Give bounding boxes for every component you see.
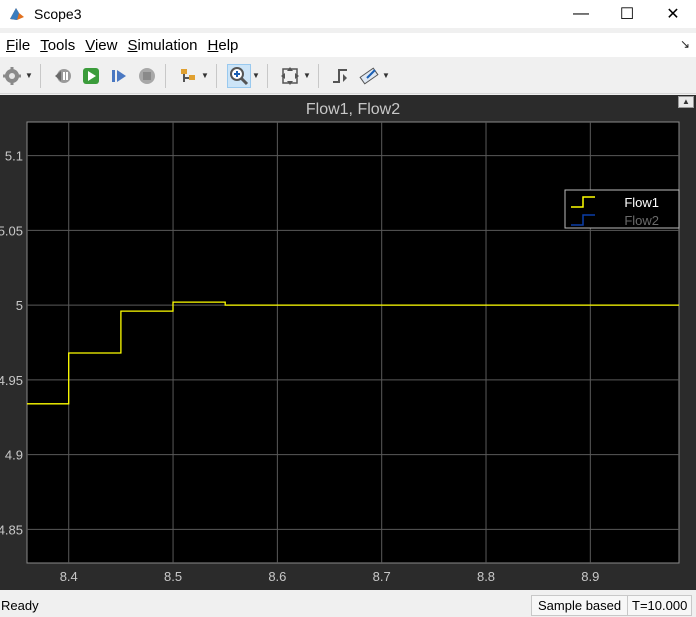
toolbar-separator <box>40 63 41 88</box>
status-sim-time: T=10.000 <box>627 595 693 616</box>
x-tick-label: 8.7 <box>373 569 391 584</box>
scope-plot: Flow1, Flow2 8.4 8.5 8.6 8.7 8.8 8.9 5.15.055… <box>0 101 680 584</box>
close-button[interactable]: ✕ <box>650 0 696 28</box>
status-text: Ready <box>1 598 39 613</box>
chart-title: Flow1, Flow2 <box>306 101 400 118</box>
highlight-icon <box>181 68 195 82</box>
x-tick-label: 8.4 <box>60 569 78 584</box>
run-button[interactable] <box>79 64 103 88</box>
triggers-button[interactable] <box>329 64 353 88</box>
stop-button[interactable] <box>135 64 159 88</box>
x-tick-label: 8.9 <box>581 569 599 584</box>
menu-file[interactable]: File <box>6 37 30 54</box>
menu-file-label: ile <box>15 36 31 54</box>
y-tick-label: 5 <box>16 298 23 313</box>
menu-help[interactable]: Help <box>208 37 239 54</box>
fit-dropdown-icon[interactable]: ▼ <box>302 64 312 88</box>
plot-area[interactable] <box>26 121 680 564</box>
toolbar-separator <box>318 63 319 88</box>
scope-display: Flow1, Flow2 8.4 8.5 8.6 8.7 8.8 8.9 5.1 5.05 5… <box>0 95 696 590</box>
menu-simulation-mnemonic: S <box>127 36 138 54</box>
step-back-icon <box>55 68 71 83</box>
y-tick-label: 4.85 <box>0 522 23 537</box>
run-icon <box>83 67 99 84</box>
maximize-icon: ☐ <box>619 6 635 23</box>
step-forward-button[interactable] <box>107 64 131 88</box>
settings-button[interactable] <box>0 64 24 88</box>
restore-icon: ▲ <box>682 97 690 106</box>
menu-view-label: iew <box>94 36 118 54</box>
fit-to-view-button[interactable] <box>278 64 302 88</box>
triggers-icon <box>333 68 347 83</box>
y-tick-label: 5.1 <box>5 149 23 164</box>
menu-view-mnemonic: V <box>85 36 95 54</box>
menu-help-label: elp <box>218 36 239 54</box>
fit-to-view-icon <box>281 66 299 85</box>
step-back-button[interactable] <box>51 64 75 88</box>
legend[interactable]: Flow1 Flow2 <box>564 189 680 229</box>
measurements-button[interactable] <box>357 64 381 88</box>
minimize-button[interactable]: — <box>558 0 604 28</box>
y-tick-label: 4.9 <box>5 448 23 463</box>
menu-view[interactable]: View <box>85 37 117 54</box>
toolbar-separator <box>216 63 217 88</box>
window-controls: — ☐ ✕ <box>558 0 696 28</box>
undock-arrow-icon[interactable]: ↘ <box>680 37 690 51</box>
measurements-icon <box>359 66 379 85</box>
highlight-dropdown-icon[interactable]: ▼ <box>200 64 210 88</box>
y-tick-label: 5.05 <box>0 223 23 238</box>
x-tick-label: 8.6 <box>268 569 286 584</box>
menu-tools[interactable]: Tools <box>40 37 75 54</box>
y-axis-ticks: 5.1 5.05 5 4.95 4.9 4.85 <box>0 149 23 538</box>
zoom-in-button[interactable] <box>227 63 251 88</box>
settings-dropdown-icon[interactable]: ▼ <box>24 64 34 88</box>
status-sample-mode: Sample based <box>531 595 629 616</box>
measurements-dropdown-icon[interactable]: ▼ <box>381 64 391 88</box>
title-bar: Scope3 — ☐ ✕ <box>0 0 696 28</box>
status-bar: Ready Sample based T=10.000 <box>0 594 696 617</box>
menu-tools-mnemonic: T <box>40 36 48 54</box>
legend-box <box>564 189 680 229</box>
menu-simulation-label: imulation <box>137 36 198 54</box>
menu-bar: File Tools View Simulation Help ↘ <box>0 33 696 57</box>
menu-file-mnemonic: F <box>6 36 16 54</box>
settings-icon <box>3 66 21 85</box>
window-title: Scope3 <box>34 6 82 22</box>
zoom-dropdown-icon[interactable]: ▼ <box>251 64 261 88</box>
x-axis-ticks: 8.4 8.5 8.6 8.7 8.8 8.9 <box>60 569 600 584</box>
minimize-icon: — <box>573 5 589 22</box>
zoom-in-icon <box>230 66 249 85</box>
restore-button[interactable]: ▲ <box>678 96 694 108</box>
x-tick-label: 8.5 <box>164 569 182 584</box>
toolbar-separator <box>267 63 268 88</box>
menu-tools-label: ools <box>47 36 76 54</box>
y-tick-label: 4.95 <box>0 373 23 388</box>
toolbar: ▼ ▼ ▼ ▼ ▼ <box>0 58 696 94</box>
toolbar-separator <box>165 63 166 88</box>
step-forward-icon <box>112 69 126 82</box>
maximize-button[interactable]: ☐ <box>604 0 650 28</box>
x-tick-label: 8.8 <box>477 569 495 584</box>
menu-simulation[interactable]: Simulation <box>127 37 197 54</box>
legend-label-flow1: Flow1 <box>624 195 659 210</box>
close-icon: ✕ <box>666 6 680 23</box>
scope-window: Scope3 — ☐ ✕ File Tools View Simulation … <box>0 0 696 617</box>
legend-label-flow2: Flow2 <box>624 213 659 228</box>
stop-icon <box>139 67 155 84</box>
matlab-icon <box>10 8 24 20</box>
highlight-button[interactable] <box>176 64 200 88</box>
menu-help-mnemonic: H <box>207 36 219 54</box>
